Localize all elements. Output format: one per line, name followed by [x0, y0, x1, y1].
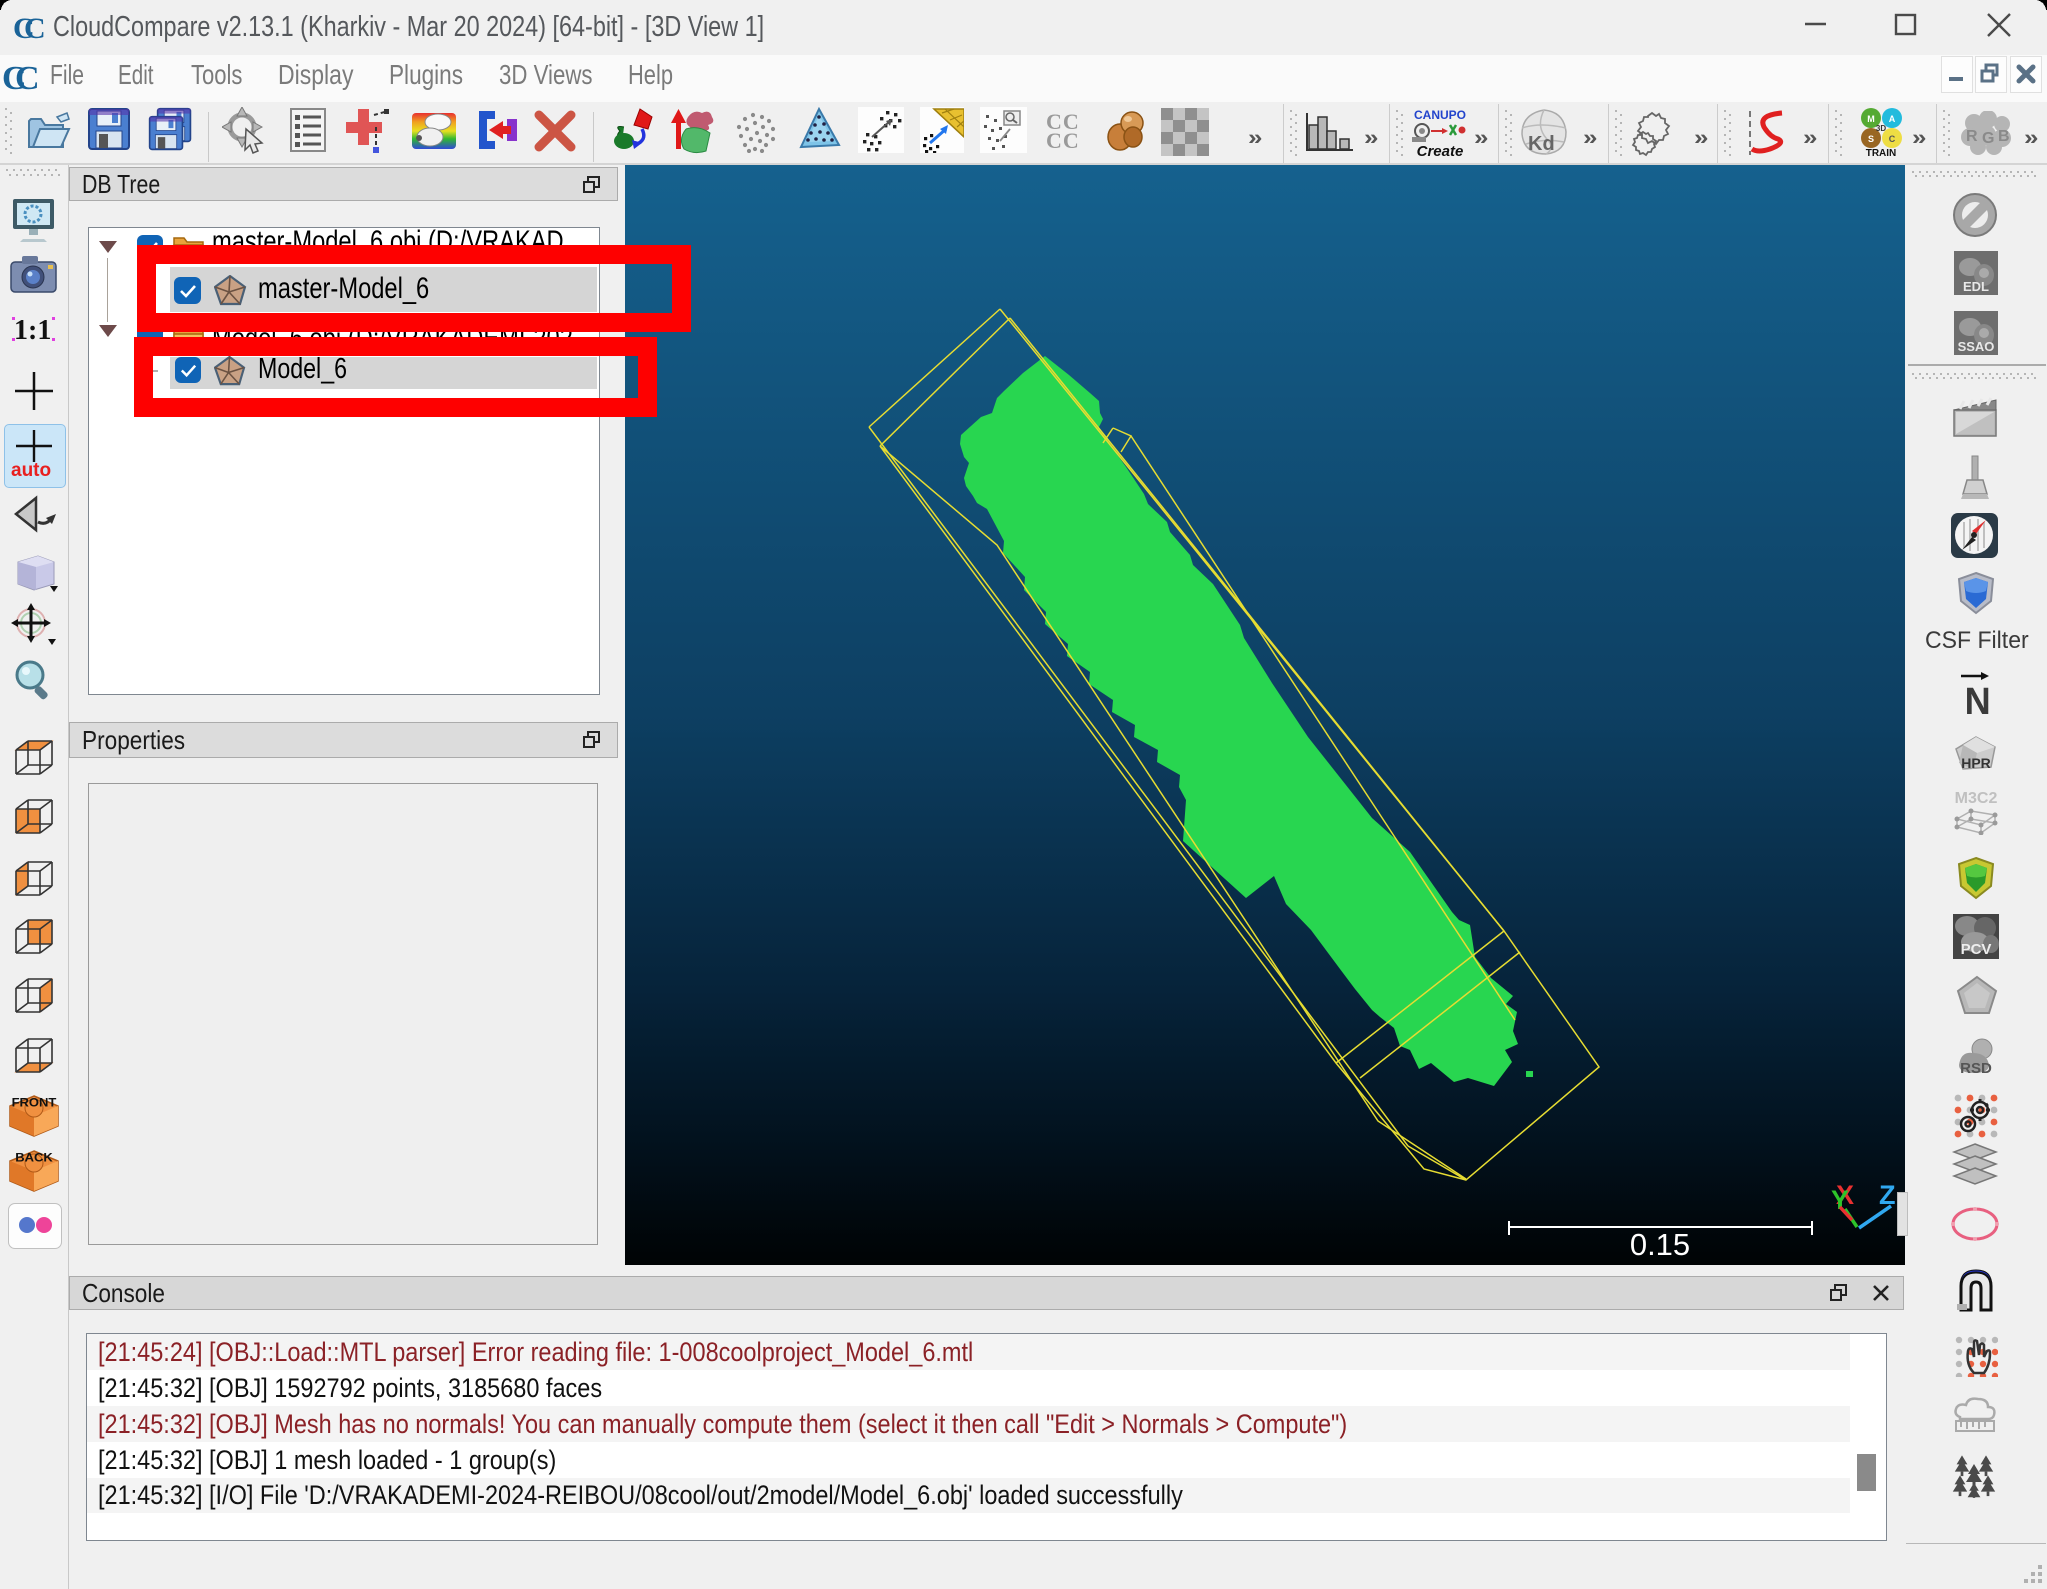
svg-text:TRAIN: TRAIN — [1866, 148, 1897, 159]
svg-text:3D: 3D — [1876, 124, 1886, 133]
svg-text:FRONT: FRONT — [12, 1096, 57, 1109]
svg-text:Z: Z — [1879, 1180, 1896, 1210]
svg-text:N: N — [1965, 679, 1991, 716]
svg-text:R: R — [1966, 128, 1978, 145]
svg-text:CANUPO: CANUPO — [1414, 108, 1466, 122]
svg-text:SSAO: SSAO — [1958, 339, 1995, 354]
svg-text:PCV: PCV — [1961, 941, 1992, 958]
svg-text:S: S — [1868, 134, 1874, 144]
svg-text:G: G — [1982, 130, 1994, 147]
svg-text:C: C — [24, 12, 46, 45]
svg-text:0.15: 0.15 — [1630, 1227, 1690, 1262]
svg-text:Kd: Kd — [1528, 133, 1555, 155]
svg-text:B: B — [1998, 128, 2010, 145]
svg-text:C: C — [1889, 134, 1896, 144]
svg-text:RSD: RSD — [1960, 1060, 1992, 1077]
svg-text:A: A — [1889, 114, 1896, 124]
svg-text:BACK: BACK — [15, 1151, 53, 1164]
svg-text:M3C2: M3C2 — [1955, 790, 1998, 807]
svg-text:HPR: HPR — [1961, 755, 1991, 771]
svg-text:EDL: EDL — [1963, 279, 1989, 294]
svg-text:Create: Create — [1417, 143, 1464, 159]
svg-text:M: M — [1867, 114, 1875, 124]
